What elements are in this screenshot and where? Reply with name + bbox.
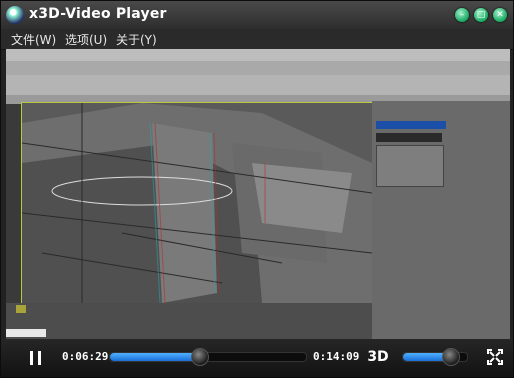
panel-dropdown-block bbox=[376, 133, 442, 142]
menu-file[interactable]: 文件(W) bbox=[11, 31, 56, 48]
menu-bar: 文件(W) 选项(U) 关于(Y) bbox=[1, 29, 513, 50]
video-content-viewport bbox=[21, 102, 373, 305]
minimize-button[interactable]: – bbox=[455, 8, 469, 22]
pause-icon-bar-left bbox=[30, 351, 33, 365]
video-content-menubar bbox=[6, 61, 510, 75]
player-window: x3D-Video Player – □ ✕ 文件(W) 选项(U) 关于(Y) bbox=[0, 0, 514, 378]
seek-bar-fill bbox=[110, 353, 201, 361]
app-logo-icon bbox=[6, 6, 24, 24]
window-title: x3D-Video Player bbox=[29, 6, 167, 22]
fullscreen-icon-graphic bbox=[487, 349, 503, 365]
video-content-status-area bbox=[6, 303, 372, 339]
video-content-toolbar bbox=[6, 75, 510, 95]
panel-selection-block bbox=[376, 121, 446, 129]
menu-about[interactable]: 关于(Y) bbox=[116, 31, 157, 48]
pause-icon-bar-right bbox=[38, 351, 41, 365]
status-frame-marker bbox=[16, 305, 26, 313]
video-frame-graphic bbox=[21, 103, 373, 304]
video-content-titlebar bbox=[6, 49, 510, 61]
title-bar[interactable]: x3D-Video Player – □ ✕ bbox=[1, 1, 513, 29]
maximize-button[interactable]: □ bbox=[474, 8, 488, 22]
menu-options[interactable]: 选项(U) bbox=[65, 31, 107, 48]
current-time: 0:06:29 bbox=[62, 350, 109, 363]
video-display[interactable] bbox=[6, 49, 510, 339]
total-time: 0:14:09 bbox=[313, 350, 360, 363]
pause-button[interactable] bbox=[20, 344, 52, 372]
seek-handle[interactable] bbox=[191, 348, 210, 366]
3d-mode-button[interactable]: 3D bbox=[365, 347, 391, 367]
status-input-block bbox=[6, 329, 46, 337]
video-content-command-panel bbox=[372, 101, 510, 339]
fullscreen-icon[interactable] bbox=[487, 349, 503, 365]
control-bar: 0:06:29 0:14:09 3D bbox=[1, 339, 513, 377]
volume-handle[interactable] bbox=[442, 348, 460, 366]
panel-list-block bbox=[376, 145, 444, 187]
close-button[interactable]: ✕ bbox=[493, 8, 507, 22]
